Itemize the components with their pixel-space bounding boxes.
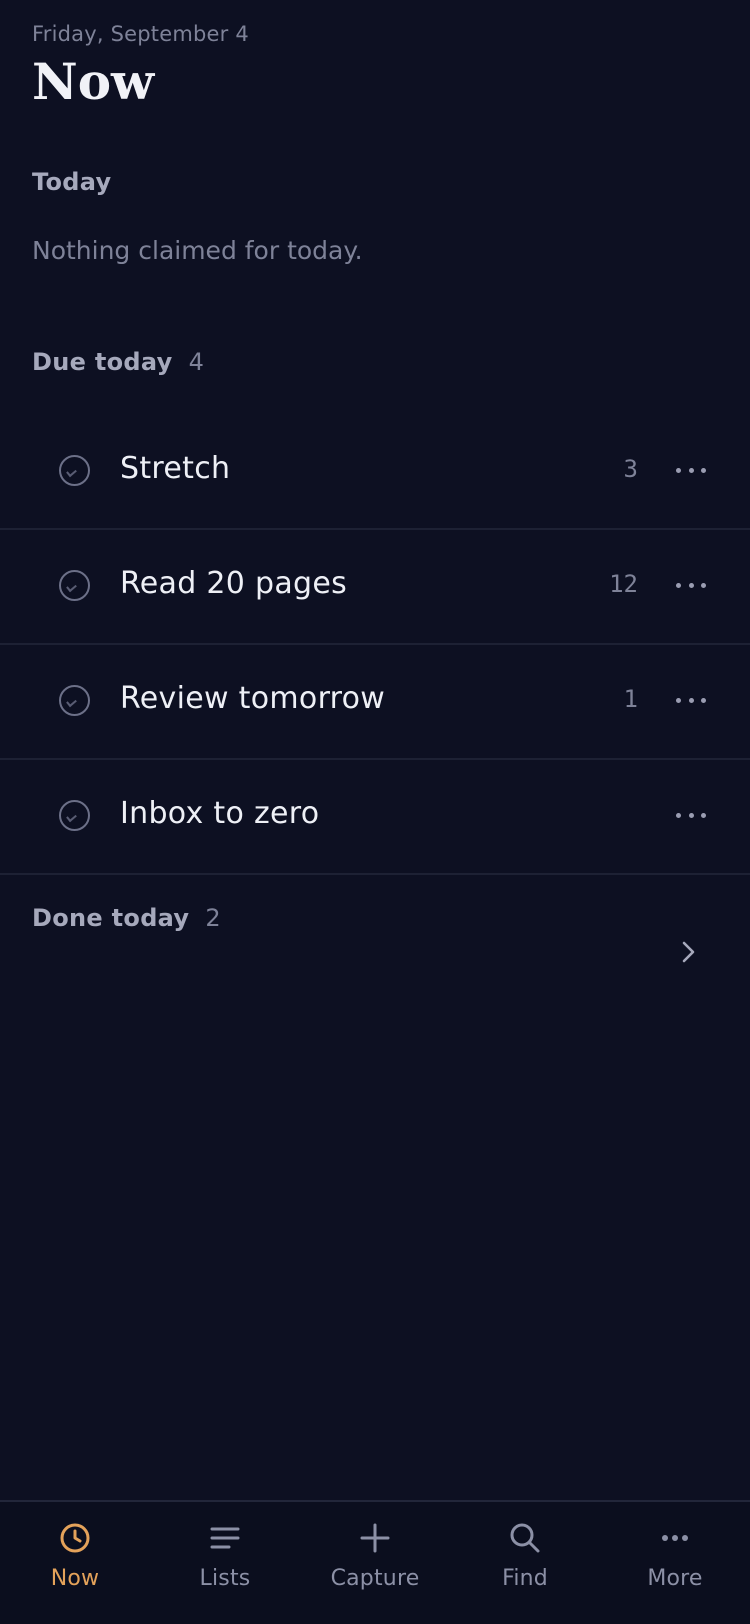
task-count: 1 — [623, 685, 638, 713]
task-row[interactable]: Stretch 3 — [0, 415, 750, 530]
plus-icon — [360, 1523, 390, 1553]
tab-lists[interactable]: Lists — [150, 1502, 300, 1624]
task-count: 12 — [609, 570, 638, 598]
date-label: Friday, September 4 — [32, 22, 249, 46]
tab-capture[interactable]: Capture — [300, 1502, 450, 1624]
bottom-tab-bar: Now Lists Capture Find More — [0, 1500, 750, 1624]
today-empty-message: Nothing claimed for today. — [32, 236, 363, 265]
due-today-label: Due today — [32, 348, 173, 376]
task-name: Inbox to zero — [120, 796, 320, 831]
task-row[interactable]: Read 20 pages 12 — [0, 530, 750, 645]
tab-label: Find — [502, 1566, 548, 1591]
task-row[interactable]: Review tomorrow 1 — [0, 645, 750, 760]
due-today-count: 4 — [188, 348, 205, 376]
tab-find[interactable]: Find — [450, 1502, 600, 1624]
today-label: Today — [32, 168, 112, 196]
today-section-label: Today — [32, 168, 111, 196]
search-icon — [510, 1523, 540, 1553]
done-today-label: Done today — [32, 904, 190, 932]
tab-label: Lists — [199, 1566, 251, 1591]
more-options-icon[interactable] — [676, 570, 706, 600]
complete-circle-icon[interactable] — [59, 800, 90, 831]
task-name: Read 20 pages — [120, 566, 348, 601]
task-row[interactable]: Inbox to zero — [0, 760, 750, 875]
lines-icon — [210, 1527, 240, 1549]
page-title: Now — [32, 52, 155, 111]
tab-label: More — [647, 1566, 703, 1591]
done-today-section-label[interactable]: Done today 2 — [32, 904, 221, 932]
complete-circle-icon[interactable] — [59, 455, 90, 486]
tab-now[interactable]: Now — [0, 1502, 150, 1624]
more-options-icon[interactable] — [676, 685, 706, 715]
clock-icon — [60, 1523, 90, 1553]
done-today-count: 2 — [205, 904, 221, 932]
chevron-right-icon[interactable] — [676, 940, 700, 964]
due-today-list: Stretch 3 Read 20 pages 12 Review tomorr… — [0, 415, 750, 875]
page-header: Friday, September 4 Now — [32, 22, 249, 112]
due-today-section-label: Due today 4 — [32, 348, 204, 376]
tab-more[interactable]: More — [600, 1502, 750, 1624]
tab-label: Now — [50, 1566, 100, 1591]
complete-circle-icon[interactable] — [59, 570, 90, 601]
dots-icon — [662, 1535, 688, 1541]
tab-label: Capture — [330, 1566, 420, 1591]
complete-circle-icon[interactable] — [59, 685, 90, 716]
more-options-icon[interactable] — [676, 455, 706, 485]
task-name: Stretch — [120, 451, 231, 486]
task-name: Review tomorrow — [120, 681, 386, 716]
task-count: 3 — [623, 455, 638, 483]
more-options-icon[interactable] — [676, 800, 706, 830]
